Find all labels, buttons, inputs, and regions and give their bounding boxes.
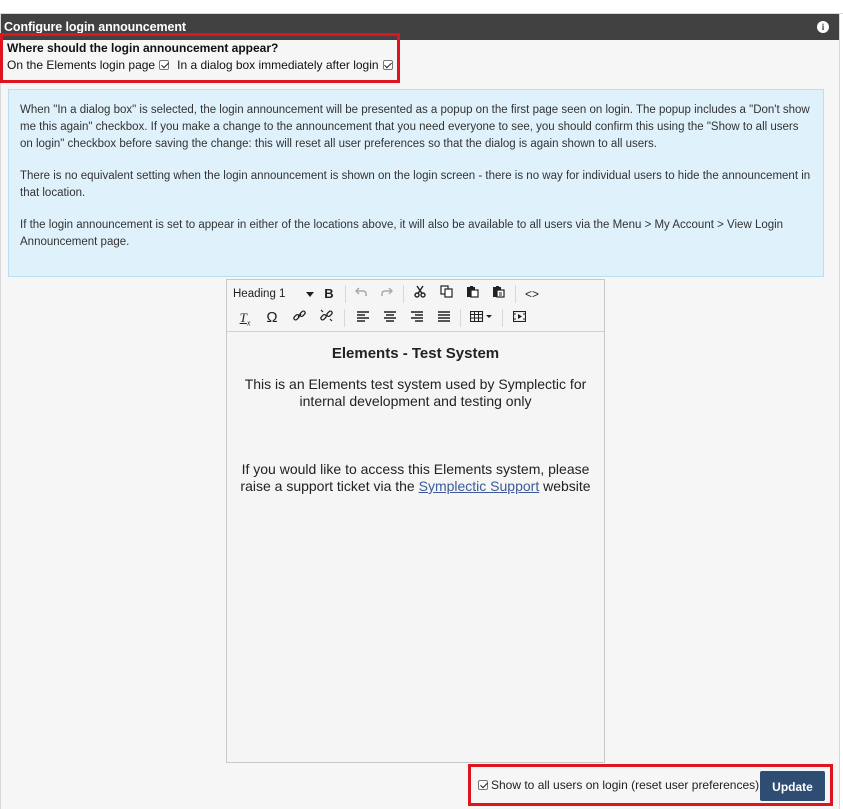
editor-toolbar: Heading 1 B <> Tx Ω [227, 280, 604, 332]
clear-formatting-icon[interactable]: Tx [233, 306, 257, 330]
align-left-icon[interactable] [351, 306, 375, 330]
update-button[interactable]: Update [760, 771, 825, 801]
top-edge [0, 0, 843, 14]
announcement-text: website [539, 478, 591, 494]
paste-text-icon[interactable] [486, 282, 510, 306]
copy-icon[interactable] [434, 282, 458, 306]
justify-icon[interactable] [432, 306, 456, 330]
info-paragraph-login-screen: There is no equivalent setting when the … [20, 170, 811, 199]
unlink-icon[interactable] [314, 306, 338, 330]
paste-icon[interactable] [460, 282, 484, 306]
toolbar-divider [345, 285, 346, 303]
option-login-page-label[interactable]: On the Elements login page [7, 58, 155, 72]
option-login-page-checkbox[interactable] [159, 60, 170, 70]
align-center-icon[interactable] [378, 306, 402, 330]
info-icon[interactable]: i [817, 21, 829, 33]
editor-content[interactable]: Elements - Test System This is an Elemen… [227, 332, 604, 495]
special-character-icon[interactable]: Ω [260, 306, 284, 330]
symplectic-support-link[interactable]: Symplectic Support [419, 478, 540, 494]
info-message: When "In a dialog box" is selected, the … [8, 89, 824, 277]
show-all-option: Show to all users on login (reset user p… [478, 778, 759, 792]
announcement-paragraph-1: This is an Elements test system used by … [244, 376, 587, 409]
panel-title: Configure login announcement [4, 20, 186, 34]
toolbar-row-1: Heading 1 B <> [227, 282, 604, 306]
toolbar-divider [460, 309, 461, 327]
chevron-down-icon [306, 292, 314, 297]
toolbar-divider [502, 309, 503, 327]
link-icon[interactable] [287, 306, 311, 330]
show-all-checkbox[interactable] [478, 780, 488, 790]
source-code-icon[interactable]: <> [520, 282, 544, 306]
where-options: On the Elements login page In a dialog b… [7, 58, 401, 72]
undo-icon[interactable] [349, 282, 373, 306]
show-all-label[interactable]: Show to all users on login (reset user p… [491, 778, 759, 792]
format-select-value: Heading 1 [233, 288, 286, 300]
toolbar-divider [515, 285, 516, 303]
bold-icon[interactable]: B [317, 282, 341, 306]
cut-icon[interactable] [408, 282, 432, 306]
announcement-heading: Elements - Test System [331, 345, 500, 362]
format-select[interactable]: Heading 1 [233, 282, 314, 306]
rich-text-editor: Heading 1 B <> Tx Ω Elements - Test Syst… [226, 279, 605, 763]
media-icon[interactable] [507, 306, 531, 330]
toolbar-row-2: Tx Ω [227, 306, 604, 330]
option-dialog-checkbox[interactable] [382, 60, 393, 70]
align-right-icon[interactable] [405, 306, 429, 330]
toolbar-divider [403, 285, 404, 303]
option-dialog-label[interactable]: In a dialog box immediately after login [177, 58, 378, 72]
announcement-paragraph-2: If you would like to access this Element… [227, 461, 604, 495]
where-title: Where should the login announcement appe… [7, 41, 279, 55]
redo-icon[interactable] [375, 282, 399, 306]
table-icon[interactable] [467, 306, 497, 330]
toolbar-divider [344, 309, 345, 327]
info-paragraph-dialog: When "In a dialog box" is selected, the … [20, 104, 810, 150]
info-paragraph-menu: If the login announcement is set to appe… [20, 219, 784, 248]
